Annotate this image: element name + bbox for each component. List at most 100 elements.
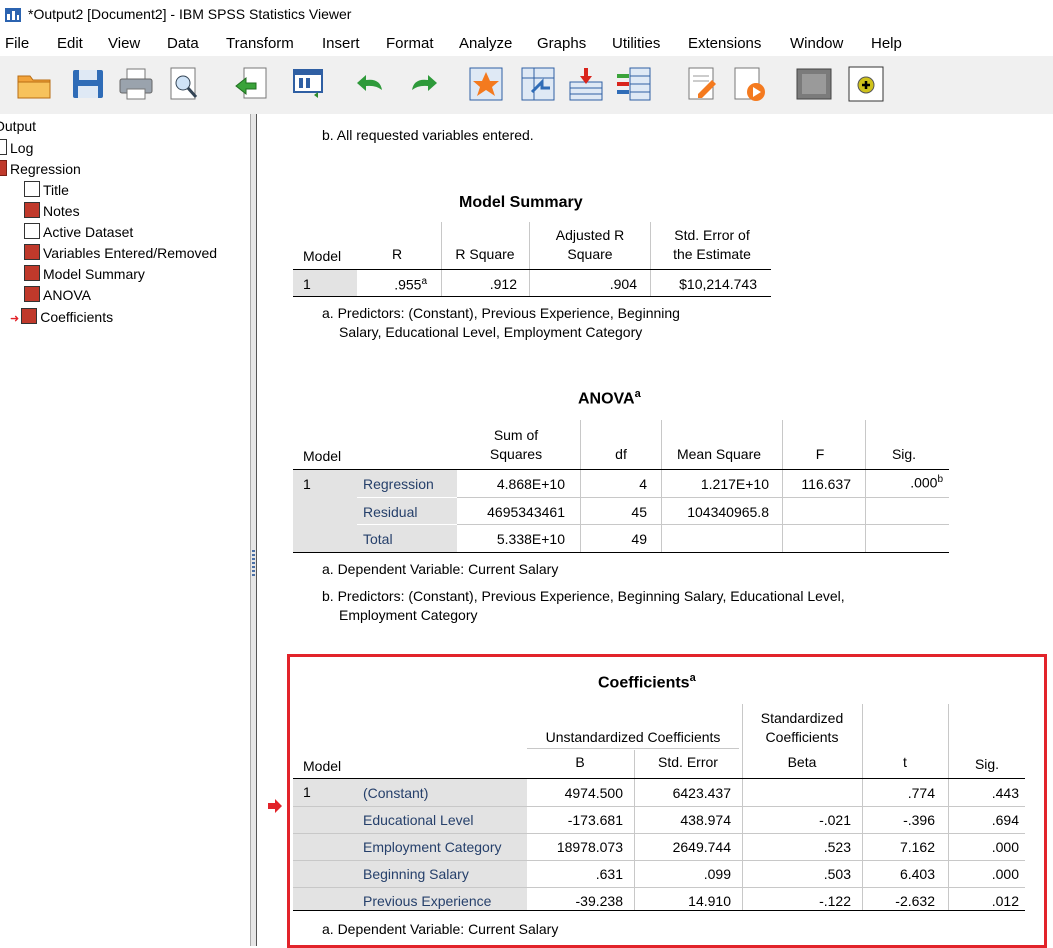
highlight-box	[287, 654, 1047, 948]
ms-grid-v	[441, 222, 442, 296]
collapse-icon[interactable]	[794, 64, 834, 104]
tree-item-anova[interactable]: ANOVA	[24, 286, 91, 303]
menu-view[interactable]: View	[108, 35, 140, 52]
tree-item-coefficients[interactable]: ➜ Coefficients	[10, 308, 113, 325]
goto-case-icon[interactable]	[466, 64, 506, 104]
print-preview-icon[interactable]	[164, 64, 204, 104]
expand-icon[interactable]	[846, 64, 886, 104]
variables-footnote: b. All requested variables entered.	[322, 127, 534, 143]
menu-window[interactable]: Window	[790, 35, 843, 52]
menu-edit[interactable]: Edit	[57, 35, 83, 52]
log-icon	[0, 139, 7, 155]
redo-icon[interactable]	[402, 64, 442, 104]
menu-data[interactable]: Data	[167, 35, 199, 52]
anova-sig: .000b	[910, 474, 943, 491]
anova-header-f: F	[815, 446, 825, 462]
splitter-grip[interactable]	[252, 550, 255, 576]
ms-header-se2: the Estimate	[673, 246, 751, 262]
undo-icon[interactable]	[352, 64, 392, 104]
tree-item-label: Output	[0, 118, 37, 134]
designate-window-icon[interactable]	[682, 64, 722, 104]
anova-footnote-a: a. Dependent Variable: Current Salary	[322, 561, 559, 577]
toolbar	[0, 56, 1053, 115]
current-item-arrow-icon: ➜	[10, 313, 20, 325]
insert-cases-icon[interactable]	[566, 64, 606, 104]
menu-analyze[interactable]: Analyze	[459, 35, 512, 52]
anova-row-rule	[357, 497, 457, 498]
print-icon[interactable]	[116, 64, 156, 104]
anova-df: 49	[631, 531, 647, 547]
outline-tree: Output Log Regression Title Notes Active…	[0, 114, 251, 946]
anova-ss: 4695343461	[487, 504, 565, 520]
anova-row-rule	[457, 524, 949, 525]
anova-grid-v	[661, 420, 662, 552]
text-icon	[24, 223, 40, 239]
menu-help[interactable]: Help	[871, 35, 902, 52]
tree-item-log[interactable]: Log	[0, 139, 33, 156]
tree-item-output[interactable]: Output	[0, 118, 36, 134]
menu-graphs[interactable]: Graphs	[537, 35, 586, 52]
menu-insert[interactable]: Insert	[322, 35, 360, 52]
anova-header-ss1: Sum of	[493, 427, 539, 443]
ms-header-r: R	[391, 246, 403, 262]
tree-item-model-summary[interactable]: Model Summary	[24, 265, 145, 282]
notes-icon	[24, 202, 40, 218]
ms-header-adj-r1: Adjusted R	[555, 227, 625, 243]
title-bar: *Output2 [Document2] - IBM SPSS Statisti…	[0, 0, 1053, 30]
open-icon[interactable]	[14, 64, 54, 104]
anova-footnote-b1: b. Predictors: (Constant), Previous Expe…	[322, 588, 845, 604]
tree-item-regression[interactable]: Regression	[0, 160, 81, 177]
spss-app-icon	[5, 8, 21, 22]
menu-format[interactable]: Format	[386, 35, 434, 52]
anova-grid-v	[865, 420, 866, 552]
anova-ms: 104340965.8	[687, 504, 769, 520]
anova-row-rule	[357, 524, 457, 525]
tree-item-active-dataset[interactable]: Active Dataset	[24, 223, 133, 240]
ms-grid-v	[650, 222, 651, 296]
ms-model-1: 1	[303, 276, 311, 292]
export-icon[interactable]	[232, 64, 272, 104]
ms-r-value: .955a	[394, 276, 427, 293]
recall-dialog-icon[interactable]	[290, 64, 330, 104]
tree-item-title[interactable]: Title	[24, 181, 69, 198]
anova-header-ss2: Squares	[489, 446, 543, 462]
anova-ms: 1.217E+10	[700, 476, 769, 492]
ms-header-rsquare: R Square	[455, 246, 515, 262]
tree-item-variables-entered-removed[interactable]: Variables Entered/Removed	[24, 244, 217, 261]
menu-transform[interactable]: Transform	[226, 35, 294, 52]
ms-rsquare-value: .912	[489, 276, 517, 292]
ms-footnote-2: Salary, Educational Level, Employment Ca…	[339, 324, 643, 340]
tree-item-notes[interactable]: Notes	[24, 202, 80, 219]
anova-row-label: Residual	[363, 504, 418, 520]
title-icon	[24, 181, 40, 197]
pivot-table-icon	[24, 244, 40, 260]
model-summary-title: Model Summary	[459, 194, 583, 211]
menu-utilities[interactable]: Utilities	[612, 35, 660, 52]
book-icon	[0, 160, 7, 176]
anova-df: 45	[631, 504, 647, 520]
ms-rule	[293, 296, 771, 297]
variables-icon[interactable]	[614, 64, 654, 104]
anova-footnote-b2: Employment Category	[339, 607, 478, 623]
pivot-table-icon	[24, 265, 40, 281]
anova-row-rule	[457, 497, 949, 498]
anova-rule	[293, 552, 949, 553]
anova-model-1: 1	[303, 476, 311, 492]
menu-extensions[interactable]: Extensions	[688, 35, 761, 52]
menu-bar: File Edit View Data Transform Insert For…	[0, 32, 1053, 54]
anova-header-model: Model	[303, 448, 342, 464]
anova-ss: 5.338E+10	[496, 531, 565, 547]
pivot-table-icon	[21, 308, 38, 324]
anova-df: 4	[639, 476, 647, 492]
ms-adj-rsquare-value: .904	[609, 276, 637, 292]
menu-file[interactable]: File	[5, 35, 29, 52]
anova-title: ANOVAa	[578, 388, 641, 408]
save-icon[interactable]	[68, 64, 108, 104]
anova-header-ms: Mean Square	[676, 446, 762, 462]
goto-variable-icon[interactable]	[518, 64, 558, 104]
anova-header-sig: Sig.	[891, 446, 917, 462]
ms-rule	[293, 269, 771, 270]
selection-arrow-icon	[268, 799, 282, 813]
run-icon[interactable]	[728, 64, 768, 104]
anova-ss: 4.868E+10	[496, 476, 565, 492]
